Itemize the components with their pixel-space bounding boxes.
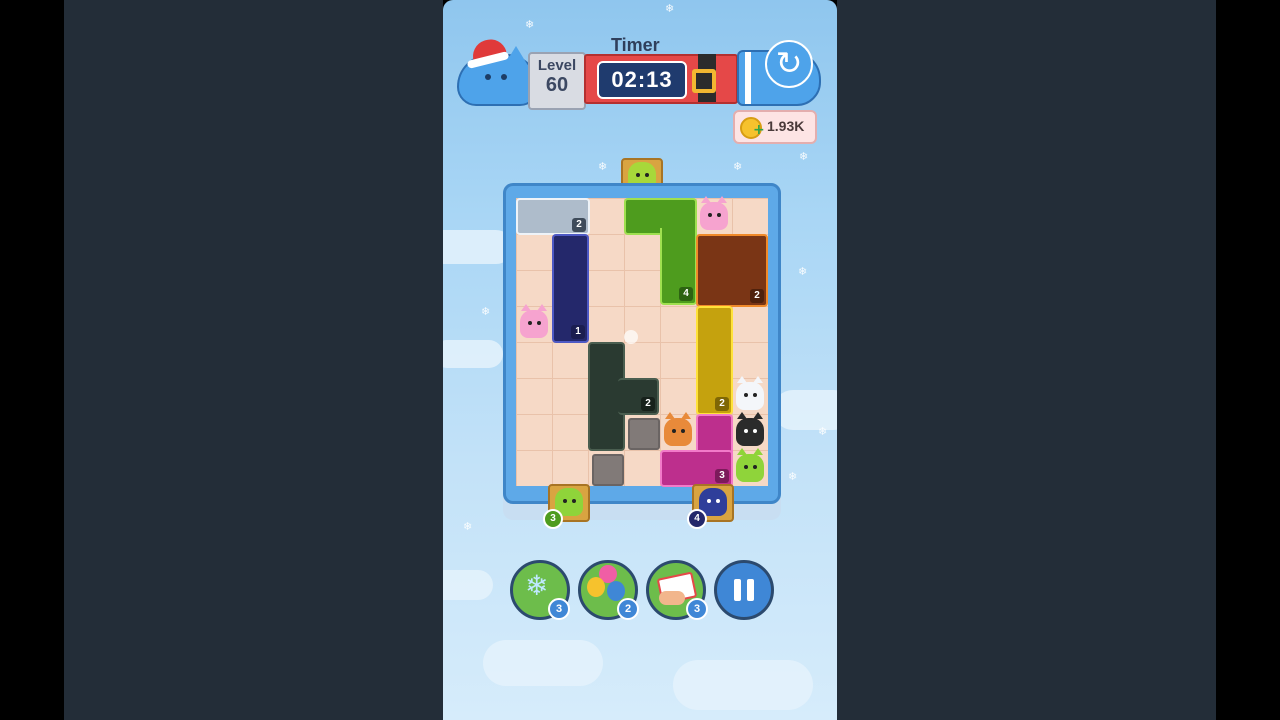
level-indicator: Level 60 (528, 52, 586, 110)
snowflake-icon: ❄ (525, 18, 535, 31)
white-cat-icon[interactable] (736, 376, 764, 410)
block-count: 2 (641, 397, 655, 411)
block-count: 2 (715, 397, 729, 411)
snowflake-icon: ❄ (463, 520, 473, 533)
green-l-block[interactable]: 4 (660, 228, 697, 305)
snowflake-icon: ❄ (481, 305, 491, 318)
block-count: 2 (750, 289, 764, 303)
pink-cat-icon[interactable] (520, 304, 548, 338)
freeze-tool-count: 3 (548, 598, 570, 620)
yellow-balloon-icon (587, 577, 605, 597)
block-count: 1 (571, 325, 585, 339)
cloud (673, 660, 813, 710)
restart-button[interactable]: ↻ (765, 40, 813, 88)
snowflake-icon: ❄ (818, 425, 828, 438)
snowflake-icon: ❄ (799, 150, 809, 163)
balloon-tool-count: 2 (617, 598, 639, 620)
level-number: 60 (545, 74, 569, 96)
green-cat-icon[interactable] (736, 448, 764, 482)
black-cat-icon[interactable] (736, 412, 764, 446)
timer-bar: 02:13 (584, 54, 738, 104)
snowflake-icon: ❄ (665, 2, 675, 15)
magenta-l-block[interactable]: 3 (660, 450, 733, 487)
block-count: 4 (679, 287, 693, 301)
timer-label: Timer (611, 35, 660, 55)
pause-icon (747, 579, 754, 601)
timer-value: 02:13 (597, 61, 687, 99)
cloud (773, 390, 837, 430)
coin-balance[interactable]: + 1.93K (733, 110, 817, 144)
snowflake-icon: ❄ (788, 470, 798, 483)
cloud (483, 640, 603, 686)
stone-obstacle (628, 418, 660, 450)
pause-icon (734, 579, 741, 601)
light-blue-block[interactable]: 2 (516, 198, 590, 235)
snowflake-icon: ❄ (798, 265, 808, 278)
buckle-icon (692, 69, 716, 93)
cursor-dot (624, 330, 638, 344)
snowflake-icon: ❄ (598, 160, 608, 173)
stone-obstacle (592, 454, 624, 486)
coin-amount: 1.93K (767, 118, 805, 134)
block-count: 2 (572, 218, 586, 232)
left-letterbox (64, 0, 443, 720)
santa-cat-mascot (457, 35, 539, 106)
cat-card-tool-count: 3 (686, 598, 708, 620)
navy-block[interactable]: 1 (552, 234, 589, 343)
brown-block[interactable]: 2 (696, 234, 768, 307)
yellow-block[interactable]: 2 (696, 306, 733, 415)
block-count: 3 (715, 469, 729, 483)
snowflake-icon: ❄ (525, 569, 549, 602)
add-coins-icon: + (753, 122, 765, 138)
right-letterbox (837, 0, 1216, 720)
cloud (443, 570, 493, 600)
game-screen: ❄ ❄ ❄ ❄ ❄ ❄ ❄ ❄ ❄ ❄ Level 60 Timer 02:13… (443, 0, 837, 720)
hand-icon (659, 591, 685, 605)
snowflake-icon: ❄ (733, 160, 743, 173)
dark-green-block[interactable]: 2 (618, 378, 659, 415)
blue-balloon-icon (607, 581, 625, 601)
board-grid: 2 1 4 2 2 2 3 (516, 196, 768, 487)
restart-icon: ↻ (775, 44, 803, 82)
game-board: 2 1 4 2 2 2 3 (503, 183, 781, 504)
bottom-left-gate-count: 3 (543, 509, 563, 529)
level-label: Level (537, 57, 577, 74)
pink-cat-icon[interactable] (700, 196, 728, 230)
pause-button[interactable] (714, 560, 774, 620)
bottom-right-gate-count: 4 (687, 509, 707, 529)
cloud (443, 340, 503, 368)
orange-cat-icon[interactable] (664, 412, 692, 446)
